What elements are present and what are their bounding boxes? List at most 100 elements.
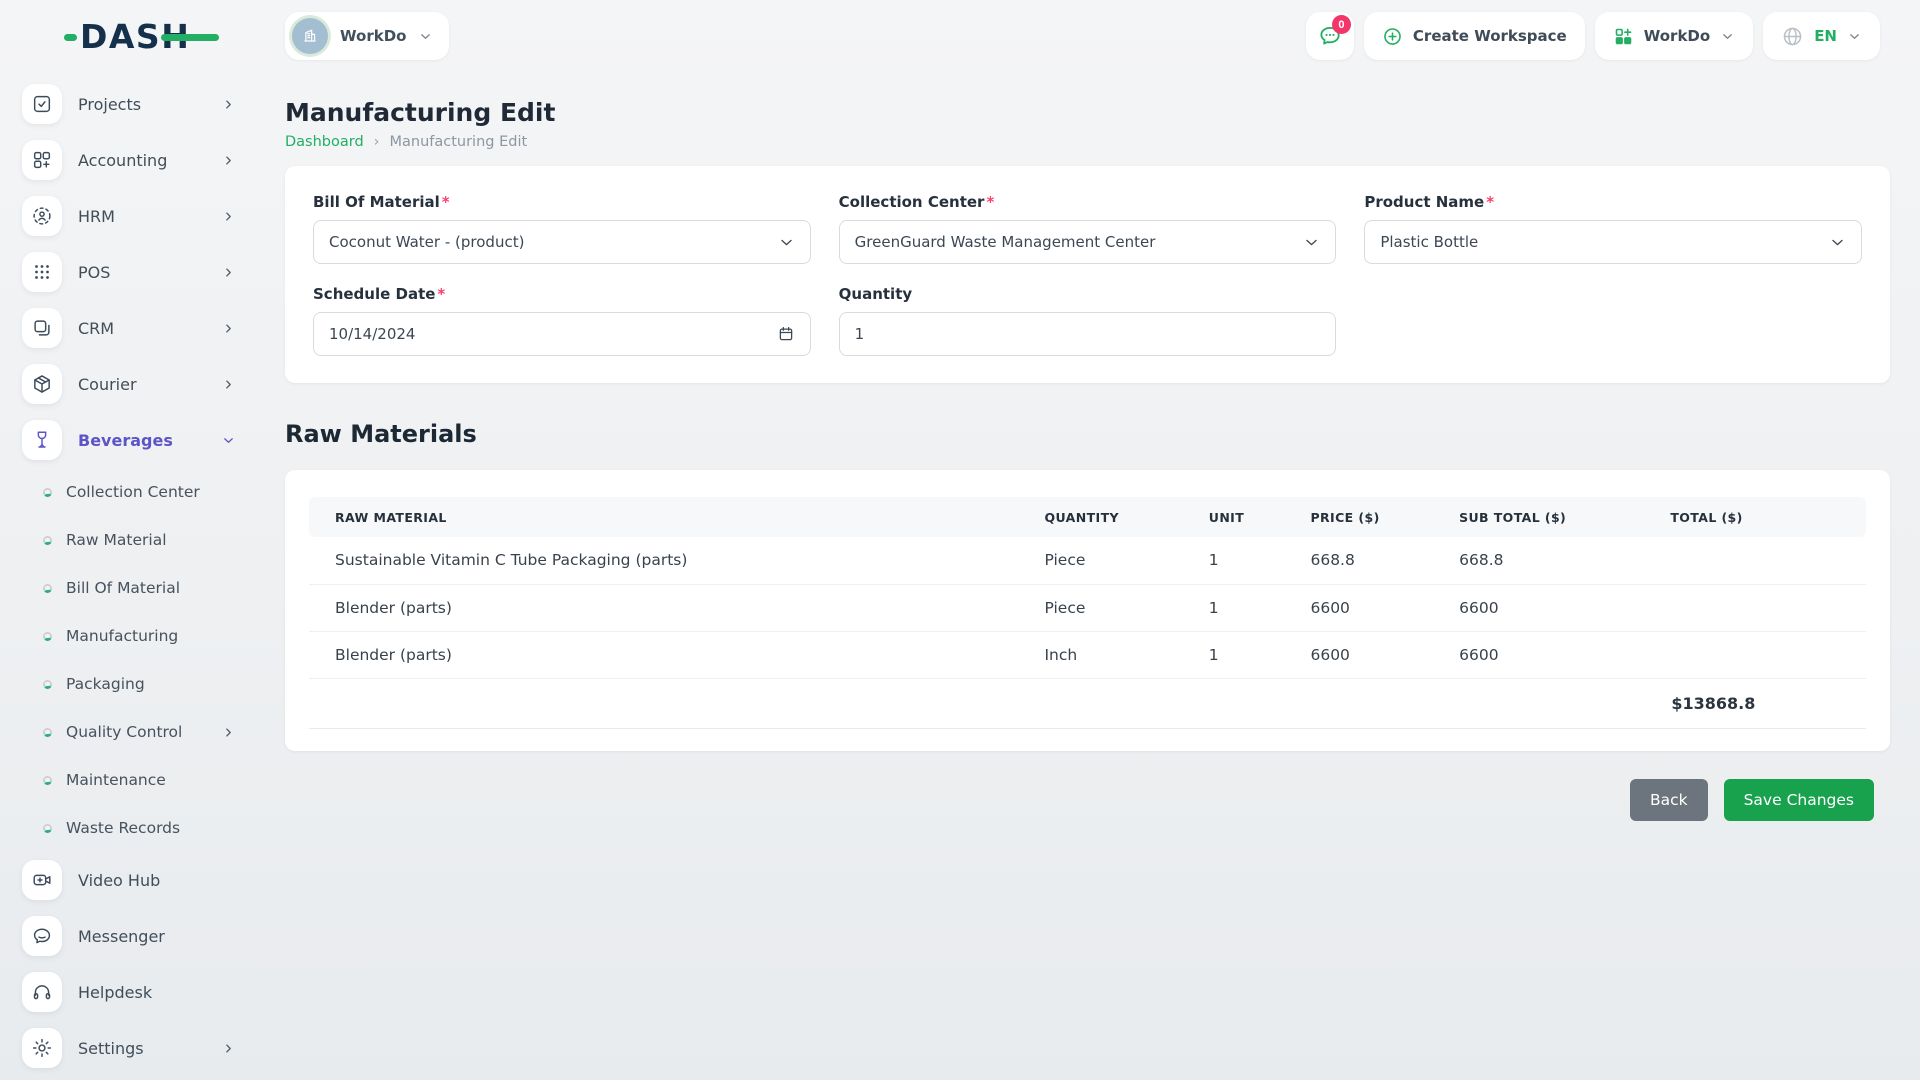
breadcrumb-separator: ›	[374, 134, 380, 150]
cell-sub_total: 6600	[1459, 631, 1670, 678]
sidebar-item-projects[interactable]: Projects	[22, 76, 262, 132]
sidebar-item-accounting[interactable]: Accounting	[22, 132, 262, 188]
sidebar-subitem-label: Manufacturing	[66, 627, 262, 645]
column-header-total: TOTAL ($)	[1670, 497, 1866, 537]
sidebar-item-label: Settings	[78, 1039, 221, 1058]
settings-icon	[22, 1028, 62, 1068]
table-total-row: $13868.8	[309, 678, 1866, 728]
language-selector[interactable]: EN	[1763, 12, 1880, 60]
sidebar-subitem-quality-control[interactable]: Quality Control	[22, 708, 262, 756]
messages-button[interactable]: 0	[1306, 12, 1354, 60]
sidebar-subitem-waste-records[interactable]: Waste Records	[22, 804, 262, 852]
video-hub-icon	[22, 860, 62, 900]
sidebar-subitem-raw-material[interactable]: Raw Material	[22, 516, 262, 564]
breadcrumb-current: Manufacturing Edit	[389, 134, 527, 150]
sidebar-subitem-label: Collection Center	[66, 483, 262, 501]
raw-materials-title: Raw Materials	[285, 420, 1890, 448]
raw-materials-table: RAW MATERIALQUANTITYUNITPRICE ($)SUB TOT…	[309, 497, 1866, 729]
sidebar-item-courier[interactable]: Courier	[22, 356, 262, 412]
save-changes-button[interactable]: Save Changes	[1724, 779, 1874, 821]
projects-icon	[22, 84, 62, 124]
chevron-down-icon	[778, 234, 795, 251]
dash-logo[interactable]: DASH	[64, 17, 190, 57]
create-workspace-label: Create Workspace	[1413, 27, 1567, 45]
sidebar-subitem-label: Packaging	[66, 675, 262, 693]
beverages-icon	[22, 420, 62, 460]
sidebar-item-pos[interactable]: POS	[22, 244, 262, 300]
globe-icon	[1781, 25, 1804, 48]
sidebar-subitem-label: Waste Records	[66, 819, 262, 837]
product-name-value: Plastic Bottle	[1380, 233, 1478, 251]
crm-icon	[22, 308, 62, 348]
cell-quantity: Piece	[1044, 537, 1208, 584]
bill-of-material-value: Coconut Water - (product)	[329, 233, 524, 251]
sidebar-submenu-beverages: Collection Center Raw Material Bill Of Mat…	[22, 468, 262, 852]
table-header-row: RAW MATERIALQUANTITYUNITPRICE ($)SUB TOT…	[309, 497, 1866, 537]
sidebar-subitem-manufacturing[interactable]: Manufacturing	[22, 612, 262, 660]
sidebar-item-label: Video Hub	[78, 871, 262, 890]
workdo-menu-button[interactable]: WorkDo	[1595, 12, 1753, 60]
sidebar-item-label: Beverages	[78, 431, 221, 450]
sidebar-subitem-label: Quality Control	[66, 723, 221, 741]
sidebar-item-helpdesk[interactable]: Helpdesk	[22, 964, 262, 1020]
create-workspace-button[interactable]: Create Workspace	[1364, 12, 1585, 60]
topbar-actions: 0 Create Workspace WorkDo EN	[1306, 12, 1880, 60]
helpdesk-icon	[22, 972, 62, 1012]
chevron-right-icon	[221, 377, 236, 392]
sidebar-subitem-maintenance[interactable]: Maintenance	[22, 756, 262, 804]
column-header-raw-material: RAW MATERIAL	[309, 497, 1044, 537]
language-label: EN	[1814, 27, 1837, 45]
required-marker: *	[442, 193, 450, 211]
sidebar-subitem-label: Raw Material	[66, 531, 262, 549]
back-button[interactable]: Back	[1630, 779, 1708, 821]
chevron-right-icon	[221, 321, 236, 336]
field-quantity: Quantity1	[839, 285, 1337, 356]
cell-sub_total: 668.8	[1459, 537, 1670, 584]
field-product-name: Product Name*Plastic Bottle	[1364, 193, 1862, 264]
sidebar-subitem-packaging[interactable]: Packaging	[22, 660, 262, 708]
cell-sub_total: 6600	[1459, 584, 1670, 631]
bullet-icon	[43, 776, 52, 785]
notification-badge: 0	[1332, 15, 1351, 34]
sidebar-subitem-collection-center[interactable]: Collection Center	[22, 468, 262, 516]
bullet-icon	[43, 728, 52, 737]
grid-plus-icon	[1613, 26, 1634, 47]
form-row-1: Bill Of Material* Coconut Water - (produc…	[313, 193, 1862, 264]
chevron-down-icon	[418, 29, 433, 44]
quantity-input[interactable]: 1	[839, 312, 1337, 356]
bullet-icon	[43, 632, 52, 641]
workspace-selector[interactable]: WorkDo	[285, 12, 449, 60]
bullet-icon	[43, 680, 52, 689]
sidebar-subitem-label: Bill Of Material	[66, 579, 262, 597]
sidebar-subitem-bill-of-material[interactable]: Bill Of Material	[22, 564, 262, 612]
sidebar-item-settings[interactable]: Settings	[22, 1020, 262, 1076]
sidebar-item-label: POS	[78, 263, 221, 282]
manufacturing-form-card: Bill Of Material* Coconut Water - (produc…	[285, 166, 1890, 383]
building-avatar-icon	[292, 18, 328, 54]
table-row: Blender (parts)Piece166006600	[309, 584, 1866, 631]
collection-center-select[interactable]: GreenGuard Waste Management Center	[839, 220, 1337, 264]
schedule-date-input[interactable]: 10/14/2024	[313, 312, 811, 356]
product-name-select[interactable]: Plastic Bottle	[1364, 220, 1862, 264]
cell-price: 668.8	[1310, 537, 1459, 584]
sidebar-item-messenger[interactable]: Messenger	[22, 908, 262, 964]
courier-icon	[22, 364, 62, 404]
sidebar-item-video-hub[interactable]: Video Hub	[22, 852, 262, 908]
cell-unit: 1	[1209, 631, 1311, 678]
column-header-price: PRICE ($)	[1310, 497, 1459, 537]
bullet-icon	[43, 488, 52, 497]
logo-accent-bar	[161, 34, 219, 41]
breadcrumb: Dashboard › Manufacturing Edit	[285, 134, 1890, 150]
sidebar-item-crm[interactable]: CRM	[22, 300, 262, 356]
breadcrumb-dashboard-link[interactable]: Dashboard	[285, 134, 364, 150]
cell-total	[1670, 584, 1866, 631]
sidebar-item-label: Accounting	[78, 151, 221, 170]
sidebar-item-beverages[interactable]: Beverages	[22, 412, 262, 468]
hrm-icon	[22, 196, 62, 236]
sidebar-item-label: Messenger	[78, 927, 262, 946]
form-row-2: Schedule Date*10/14/2024Quantity1	[313, 285, 1862, 356]
bill-of-material-label: Bill Of Material*	[313, 193, 811, 211]
bill-of-material-select[interactable]: Coconut Water - (product)	[313, 220, 811, 264]
sidebar-item-hrm[interactable]: HRM	[22, 188, 262, 244]
page-title: Manufacturing Edit	[285, 98, 1890, 127]
